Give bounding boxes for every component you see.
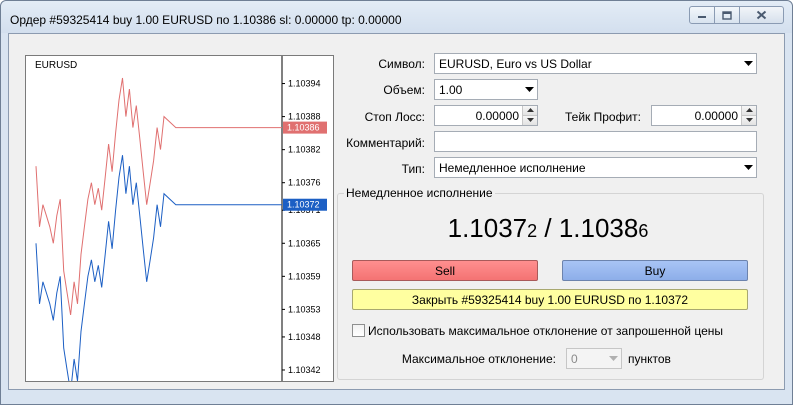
volume-select-value: 1.00 xyxy=(439,82,463,97)
close-order-button[interactable]: Закрыть #59325414 buy 1.00 EURUSD по 1.1… xyxy=(352,289,748,310)
price-axis-label: 1.10359 xyxy=(288,271,321,281)
price-display: 1.10372 / 1.10386 xyxy=(341,213,755,244)
ask-price-main: 1.1038 xyxy=(558,213,639,243)
maximize-button[interactable] xyxy=(715,6,740,24)
volume-label: Объем: xyxy=(383,83,425,97)
close-window-button[interactable] xyxy=(740,6,784,24)
max-deviation-select[interactable]: 0 xyxy=(566,348,622,369)
take-profit-value: 0.00000 xyxy=(694,109,738,123)
chevron-down-icon xyxy=(740,158,756,177)
stop-loss-label: Стоп Лосс: xyxy=(364,110,425,124)
close-icon xyxy=(756,10,767,20)
window-controls xyxy=(689,6,784,24)
sell-button[interactable]: Sell xyxy=(352,260,538,281)
comment-label: Комментарий: xyxy=(346,136,425,150)
take-profit-label: Тейк Профит: xyxy=(565,110,641,124)
price-axis-label: 1.10348 xyxy=(288,332,321,342)
comment-input[interactable] xyxy=(434,131,757,152)
bid-price-pip: 2 xyxy=(527,221,538,241)
price-axis-label: 1.10394 xyxy=(288,79,321,89)
max-deviation-label: Максимальное отклонение: xyxy=(401,352,556,366)
chart-symbol-label: EURUSD xyxy=(35,60,77,71)
buy-button[interactable]: Buy xyxy=(562,260,748,281)
bid-price-tag: 1.10372 xyxy=(287,200,320,210)
symbol-select[interactable]: EURUSD, Euro vs US Dollar xyxy=(434,53,757,74)
ask-price-line xyxy=(35,77,282,315)
minimize-button[interactable] xyxy=(689,6,715,24)
window-title: Ордер #59325414 buy 1.00 EURUSD по 1.103… xyxy=(10,13,402,27)
max-deviation-checkbox[interactable] xyxy=(352,324,365,337)
stop-loss-spinner[interactable] xyxy=(522,106,537,125)
take-profit-field[interactable]: 0.00000 xyxy=(651,105,757,126)
maximize-icon xyxy=(722,10,732,20)
tick-chart: EURUSD 1.10394 1.10388 1.10382 1.10376 1.103… xyxy=(25,55,334,382)
minimize-icon xyxy=(698,16,706,18)
max-deviation-value: 0 xyxy=(571,351,578,366)
price-axis-label: 1.10376 xyxy=(288,178,321,188)
max-deviation-checkbox-label[interactable]: Использовать максимальное отклонение от … xyxy=(368,324,723,338)
chevron-down-icon xyxy=(605,349,621,368)
chevron-down-icon xyxy=(740,54,756,73)
symbol-select-value: EURUSD, Euro vs US Dollar xyxy=(439,56,592,71)
type-label: Тип: xyxy=(401,162,425,176)
spin-down-icon[interactable] xyxy=(523,115,537,125)
stop-loss-field[interactable]: 0.00000 xyxy=(434,105,538,126)
price-separator: / xyxy=(537,213,559,243)
title-bar: Ордер #59325414 buy 1.00 EURUSD по 1.103… xyxy=(1,1,792,33)
spin-up-icon[interactable] xyxy=(742,106,756,116)
ask-price-pip: 6 xyxy=(638,221,649,241)
order-type-select[interactable]: Немедленное исполнение xyxy=(434,157,757,178)
bid-price-main: 1.1037 xyxy=(447,213,528,243)
symbol-label: Символ: xyxy=(378,57,425,71)
take-profit-spinner[interactable] xyxy=(741,106,756,125)
order-window: Ордер #59325414 buy 1.00 EURUSD по 1.103… xyxy=(0,0,793,405)
order-type-value: Немедленное исполнение xyxy=(439,160,586,175)
volume-select[interactable]: 1.00 xyxy=(434,79,538,100)
price-axis-label: 1.10388 xyxy=(288,112,321,122)
price-axis-label: 1.10365 xyxy=(288,238,321,248)
spin-down-icon[interactable] xyxy=(742,115,756,125)
ask-price-tag: 1.10386 xyxy=(287,123,320,133)
price-axis-label: 1.10353 xyxy=(288,304,321,314)
chevron-down-icon xyxy=(521,80,537,99)
max-deviation-unit: пунктов xyxy=(628,352,671,366)
bid-price-line xyxy=(35,155,282,381)
tick-chart-svg: EURUSD 1.10394 1.10388 1.10382 1.10376 1.103… xyxy=(35,56,327,381)
price-axis-label: 1.10342 xyxy=(288,365,321,375)
price-axis-label: 1.10382 xyxy=(288,145,321,155)
execution-group-title: Немедленное исполнение xyxy=(344,186,495,200)
stop-loss-value: 0.00000 xyxy=(475,109,519,123)
spin-up-icon[interactable] xyxy=(523,106,537,116)
